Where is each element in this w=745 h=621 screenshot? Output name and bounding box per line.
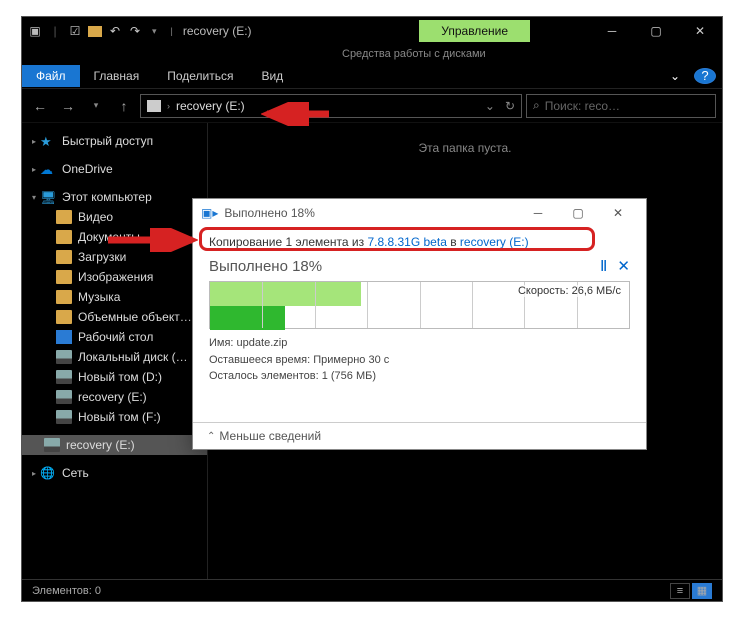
address-bar: ← → ▾ ↑ › recovery (E:) ⌄ ↻ ⌕ Поиск: rec… <box>22 89 722 123</box>
sidebar-item-selected-recovery[interactable]: recovery (E:) <box>22 435 207 455</box>
sidebar-item-drive-c[interactable]: Локальный диск (… <box>22 347 207 367</box>
folder-icon <box>56 230 72 244</box>
tab-view[interactable]: Вид <box>247 65 297 87</box>
folder-icon <box>56 270 72 284</box>
network-icon: 🌐 <box>40 466 56 480</box>
drive-icon <box>56 410 72 424</box>
refresh-button[interactable]: ↻ <box>505 99 515 113</box>
fewer-details[interactable]: ⌃ Меньше сведений <box>193 422 646 449</box>
drive-icon <box>56 370 72 384</box>
dialog-title: Выполнено 18% <box>224 206 315 220</box>
qat-chevron[interactable]: ▾ <box>152 26 157 37</box>
properties-icon[interactable]: ☑ <box>68 24 82 38</box>
window-title: recovery (E:) <box>177 24 252 38</box>
manage-tab[interactable]: Управление <box>419 20 530 42</box>
progress-graph: Скорость: 26,6 МБ/с <box>209 281 630 329</box>
close-button[interactable]: ✕ <box>678 17 722 45</box>
search-box[interactable]: ⌕ Поиск: reco… <box>526 94 716 118</box>
status-elements: Элементов: 0 <box>32 585 101 597</box>
maximize-button[interactable]: ▢ <box>634 17 678 45</box>
star-icon: ★ <box>40 134 56 148</box>
path-text: recovery (E:) <box>176 99 245 113</box>
path-chevron: › <box>167 101 170 111</box>
view-large-icon[interactable]: ▦ <box>692 583 712 599</box>
redo-icon[interactable]: ↷ <box>128 24 142 38</box>
sidebar-item-3d[interactable]: Объемные объект… <box>22 307 207 327</box>
newfolder-icon[interactable] <box>88 26 102 37</box>
done-line: Выполнено 18% Ⅱ ✕ <box>209 257 630 275</box>
copy-source-link[interactable]: 7.8.8.31G beta <box>367 235 446 249</box>
dialog-close[interactable]: ✕ <box>598 199 638 227</box>
statusbar: Элементов: 0 ≡ ▦ <box>22 579 722 601</box>
copy-line: Копирование 1 элемента из 7.8.8.31G beta… <box>209 235 630 249</box>
sidebar-item-drive-d[interactable]: Новый том (D:) <box>22 367 207 387</box>
sidebar-network[interactable]: 🌐 Сеть <box>22 463 207 483</box>
sidebar-item-desktop[interactable]: Рабочий стол <box>22 327 207 347</box>
path-dropdown[interactable]: ⌄ <box>485 99 495 113</box>
undo-icon[interactable]: ↶ <box>108 24 122 38</box>
pc-icon: 🖥 <box>40 190 56 204</box>
folder-icon <box>56 250 72 264</box>
sidebar: ★ Быстрый доступ ☁ OneDrive 🖥 Этот компь… <box>22 123 208 579</box>
folder-icon <box>56 290 72 304</box>
sidebar-item-music[interactable]: Музыка <box>22 287 207 307</box>
drive-icon <box>56 390 72 404</box>
desktop-icon <box>56 330 72 344</box>
titlebar: ▣ | ☑ ↶ ↷ ▾ | recovery (E:) Управление ─… <box>22 17 722 45</box>
folder-icon: ▣ <box>28 24 42 38</box>
annotation-arrow-side <box>106 228 198 252</box>
sidebar-item-pictures[interactable]: Изображения <box>22 267 207 287</box>
tab-share[interactable]: Поделиться <box>153 65 247 87</box>
copy-details: Имя: update.zip Оставшееся время: Пример… <box>209 335 630 385</box>
help-button[interactable]: ? <box>694 68 716 84</box>
view-details-icon[interactable]: ≡ <box>670 583 690 599</box>
recent-chevron[interactable]: ▾ <box>84 94 108 118</box>
search-icon: ⌕ <box>533 98 540 113</box>
qat-divider: | <box>48 24 62 38</box>
sidebar-quick-access[interactable]: ★ Быстрый доступ <box>22 131 207 151</box>
dialog-titlebar: ▣▸ Выполнено 18% ─ ▢ ✕ <box>193 199 646 227</box>
sidebar-this-pc[interactable]: 🖥 Этот компьютер <box>22 187 207 207</box>
empty-folder-text: Эта папка пуста. <box>419 141 512 155</box>
sidebar-item-videos[interactable]: Видео <box>22 207 207 227</box>
cancel-button[interactable]: ✕ <box>617 257 630 275</box>
up-button[interactable]: ↑ <box>112 94 136 118</box>
dialog-maximize[interactable]: ▢ <box>558 199 598 227</box>
drive-icon <box>147 100 161 112</box>
minimize-button[interactable]: ─ <box>590 17 634 45</box>
ribbon-chevron[interactable]: ⌄ <box>656 65 694 87</box>
sidebar-item-drive-e[interactable]: recovery (E:) <box>22 387 207 407</box>
forward-button[interactable]: → <box>56 94 80 118</box>
ribbon: Файл Главная Поделиться Вид ⌄ ? <box>22 63 722 89</box>
path-box[interactable]: › recovery (E:) ⌄ ↻ <box>140 94 522 118</box>
drive-icon <box>44 438 60 452</box>
pause-button[interactable]: Ⅱ <box>600 257 607 275</box>
copy-dest-link[interactable]: recovery (E:) <box>460 235 529 249</box>
dialog-minimize[interactable]: ─ <box>518 199 558 227</box>
back-button[interactable]: ← <box>28 94 52 118</box>
speed-label: Скорость: 26,6 МБ/с <box>516 285 623 297</box>
file-tab[interactable]: Файл <box>22 65 80 87</box>
sidebar-item-drive-f[interactable]: Новый том (F:) <box>22 407 207 427</box>
search-placeholder: Поиск: reco… <box>545 99 620 113</box>
title-sep: | <box>171 26 173 36</box>
tab-home[interactable]: Главная <box>80 65 154 87</box>
annotation-arrow-top <box>261 102 331 126</box>
chevron-up-icon: ⌃ <box>207 431 215 442</box>
copy-dialog: ▣▸ Выполнено 18% ─ ▢ ✕ Копирование 1 эле… <box>192 198 647 450</box>
cloud-icon: ☁ <box>40 162 56 176</box>
manage-subtitle: Средства работы с дисками <box>22 45 722 63</box>
sidebar-onedrive[interactable]: ☁ OneDrive <box>22 159 207 179</box>
qat: ▣ | ☑ ↶ ↷ ▾ <box>22 24 167 38</box>
copy-icon: ▣▸ <box>201 206 218 220</box>
drive-icon <box>56 350 72 364</box>
folder-icon <box>56 310 72 324</box>
folder-icon <box>56 210 72 224</box>
